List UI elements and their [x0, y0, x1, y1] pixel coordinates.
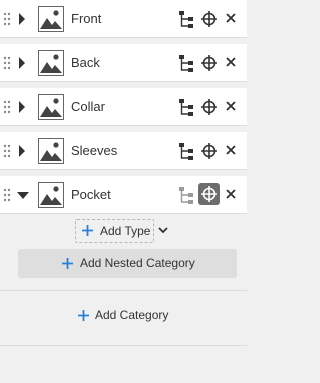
category-label: Pocket [71, 187, 111, 202]
image-placeholder-icon [38, 6, 64, 32]
plus-icon [78, 310, 89, 321]
add-nested-category-label: Add Nested Category [80, 256, 195, 270]
caret-right-icon[interactable] [17, 56, 27, 70]
close-icon[interactable] [225, 100, 237, 112]
add-type-label: Add Type [100, 224, 151, 238]
add-category-button[interactable]: Add Category [60, 303, 190, 327]
drag-handle-icon[interactable] [3, 143, 11, 159]
hierarchy-icon[interactable] [179, 187, 195, 204]
close-icon[interactable] [225, 144, 237, 156]
hierarchy-icon[interactable] [179, 143, 195, 160]
drag-handle-icon[interactable] [3, 55, 11, 71]
hierarchy-icon[interactable] [179, 11, 195, 28]
category-row-back[interactable]: Back [0, 44, 247, 82]
image-placeholder-icon [38, 94, 64, 120]
crosshair-icon[interactable] [200, 10, 218, 28]
category-row-sleeves[interactable]: Sleeves [0, 132, 247, 170]
category-row-front[interactable]: Front [0, 0, 247, 38]
caret-right-icon[interactable] [17, 12, 27, 26]
crosshair-icon[interactable] [198, 183, 220, 205]
image-placeholder-icon [38, 50, 64, 76]
category-label: Collar [71, 99, 105, 114]
plus-icon [82, 225, 93, 236]
category-panel: Front Back Collar Sleeves Pocket Add Typ… [0, 0, 247, 383]
crosshair-icon[interactable] [200, 98, 218, 116]
close-icon[interactable] [225, 188, 237, 200]
caret-down-icon[interactable] [16, 190, 30, 200]
close-icon[interactable] [225, 56, 237, 68]
plus-icon [62, 258, 73, 269]
caret-right-icon[interactable] [17, 144, 27, 158]
category-label: Front [71, 11, 102, 26]
crosshair-icon[interactable] [200, 54, 218, 72]
drag-handle-icon[interactable] [3, 187, 11, 203]
add-category-label: Add Category [95, 308, 169, 322]
caret-right-icon[interactable] [17, 100, 27, 114]
category-label: Back [71, 55, 100, 70]
add-type-button[interactable]: Add Type [75, 219, 154, 243]
category-label: Sleeves [71, 143, 118, 158]
divider [0, 345, 247, 346]
category-row-pocket[interactable]: Pocket [0, 176, 247, 214]
hierarchy-icon[interactable] [179, 55, 195, 72]
image-placeholder-icon [38, 138, 64, 164]
add-nested-category-button[interactable]: Add Nested Category [18, 249, 237, 278]
hierarchy-icon[interactable] [179, 99, 195, 116]
chevron-down-icon[interactable] [158, 226, 168, 234]
close-icon[interactable] [225, 12, 237, 24]
crosshair-icon[interactable] [200, 142, 218, 160]
category-row-collar[interactable]: Collar [0, 88, 247, 126]
drag-handle-icon[interactable] [3, 99, 11, 115]
image-placeholder-icon [38, 182, 64, 208]
drag-handle-icon[interactable] [3, 11, 11, 27]
